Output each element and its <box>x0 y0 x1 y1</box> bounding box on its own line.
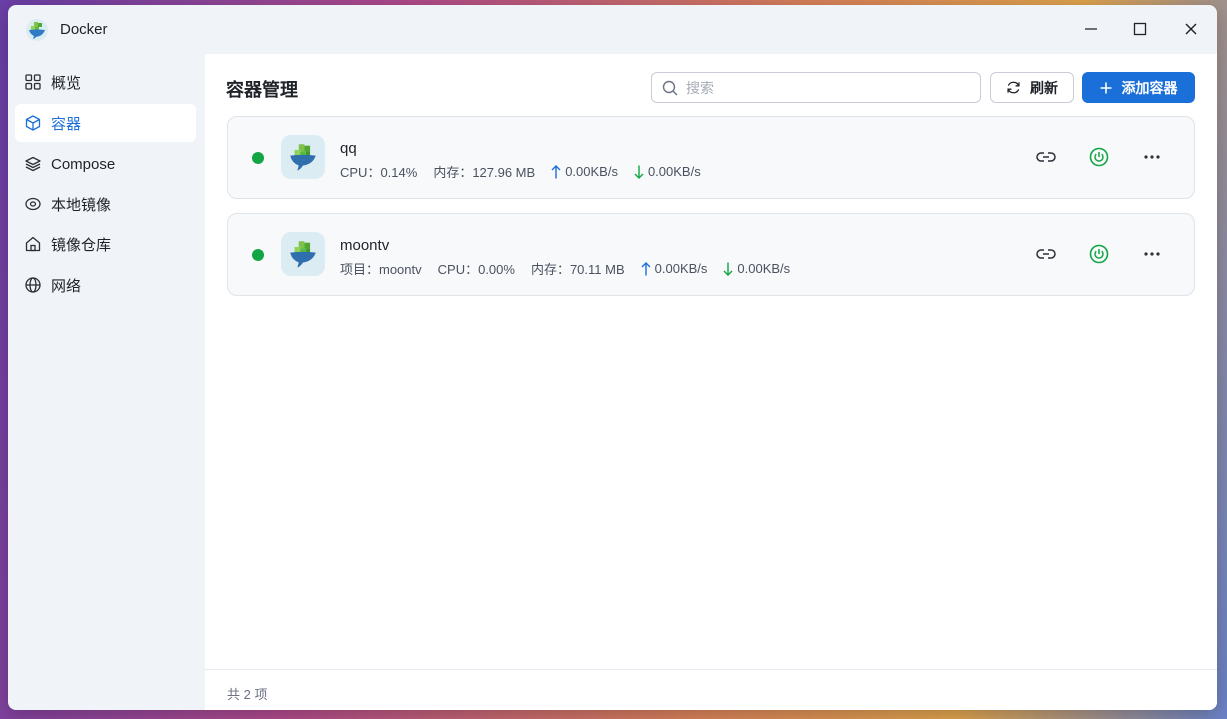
sidebar-item-label: 网络 <box>51 277 82 295</box>
power-icon <box>1089 244 1109 264</box>
search-input[interactable] <box>684 78 958 97</box>
link-icon <box>1036 249 1056 259</box>
project-name: 项目：moontv <box>340 262 422 277</box>
home-icon <box>24 235 42 253</box>
download-rate: 0.00KB/s <box>647 164 701 179</box>
refresh-label: 刷新 <box>1030 79 1058 96</box>
sidebar-item-label: 容器 <box>51 115 82 133</box>
more-button[interactable] <box>1140 145 1164 169</box>
sidebar: 概览 容器 Compose 本地镜像 镜像仓库 网络 <box>8 54 205 710</box>
page-title: 容器管理 <box>226 80 298 100</box>
upload-arrow-icon <box>641 261 651 276</box>
download-arrow-icon <box>723 262 733 276</box>
minimize-icon <box>1085 28 1097 30</box>
container-logo-icon <box>281 135 325 179</box>
power-button[interactable] <box>1087 145 1111 169</box>
cpu-usage: CPU：0.00% <box>437 262 515 277</box>
minimize-button[interactable] <box>1079 17 1103 41</box>
search-box[interactable] <box>651 72 981 103</box>
sidebar-item-containers[interactable]: 容器 <box>15 104 196 142</box>
link-button[interactable] <box>1034 145 1058 169</box>
sidebar-item-network[interactable]: 网络 <box>15 266 196 304</box>
memory-usage: 内存：127.96 MB <box>433 165 536 180</box>
upload-rate: 0.00KB/s <box>565 164 618 179</box>
disk-icon <box>24 195 42 213</box>
download-arrow-icon <box>634 165 644 179</box>
more-button[interactable] <box>1140 242 1164 266</box>
more-icon <box>1144 155 1160 159</box>
plus-icon <box>1100 82 1112 94</box>
add-container-button[interactable]: 添加容器 <box>1082 72 1195 103</box>
maximize-icon <box>1133 22 1147 36</box>
upload-rate: 0.00KB/s <box>654 261 708 276</box>
sidebar-item-registry[interactable]: 镜像仓库 <box>15 225 196 263</box>
footer: 共 2 项 <box>205 669 1217 710</box>
sidebar-item-local-images[interactable]: 本地镜像 <box>15 185 196 223</box>
main-panel: 容器管理 刷新 添加容器 <box>205 54 1217 710</box>
running-status-dot <box>252 249 264 261</box>
close-icon <box>1185 23 1197 35</box>
power-icon <box>1089 147 1109 167</box>
container-logo-icon <box>281 232 325 276</box>
power-button[interactable] <box>1087 242 1111 266</box>
sidebar-item-label: Compose <box>51 155 116 173</box>
close-button[interactable] <box>1179 17 1203 41</box>
sidebar-item-label: 概览 <box>51 74 82 92</box>
memory-usage: 内存：70.11 MB <box>530 262 625 277</box>
grid-icon <box>24 73 42 91</box>
cpu-usage: CPU：0.14% <box>340 165 418 180</box>
refresh-icon <box>1006 80 1021 95</box>
container-name: qq <box>340 140 357 157</box>
search-icon <box>662 80 678 96</box>
running-status-dot <box>252 152 264 164</box>
link-icon <box>1036 152 1056 162</box>
sidebar-item-label: 本地镜像 <box>51 196 112 214</box>
download-rate: 0.00KB/s <box>737 261 791 276</box>
sidebar-item-overview[interactable]: 概览 <box>15 63 196 101</box>
container-stats: CPU：0.14% 内存：127.96 MB 0.00KB/s 0.00KB/s <box>340 162 701 181</box>
container-card-qq[interactable]: qq CPU：0.14% 内存：127.96 MB 0.00KB/s 0.00K… <box>227 116 1195 199</box>
sidebar-item-compose[interactable]: Compose <box>15 145 196 183</box>
cube-icon <box>24 114 42 132</box>
docker-window: Docker 概览 容器 Compose 本地镜像 镜像仓库 网络 容器管理 搜… <box>8 5 1217 710</box>
docker-logo-icon <box>25 18 49 42</box>
titlebar: Docker <box>8 5 1217 54</box>
globe-icon <box>24 276 42 294</box>
maximize-button[interactable] <box>1128 17 1152 41</box>
container-card-moontv[interactable]: moontv 项目：moontv CPU：0.00% 内存：70.11 MB 0… <box>227 213 1195 296</box>
sidebar-item-label: 镜像仓库 <box>51 236 112 254</box>
container-name: moontv <box>340 237 390 254</box>
container-stats: 项目：moontv CPU：0.00% 内存：70.11 MB 0.00KB/s… <box>340 259 790 278</box>
link-button[interactable] <box>1034 242 1058 266</box>
layers-icon <box>24 155 42 173</box>
add-container-label: 添加容器 <box>1121 79 1178 96</box>
refresh-button[interactable]: 刷新 <box>990 72 1074 103</box>
app-title: Docker <box>60 21 108 38</box>
item-count: 共 2 项 <box>227 687 268 702</box>
upload-arrow-icon <box>551 164 561 179</box>
more-icon <box>1144 252 1160 256</box>
